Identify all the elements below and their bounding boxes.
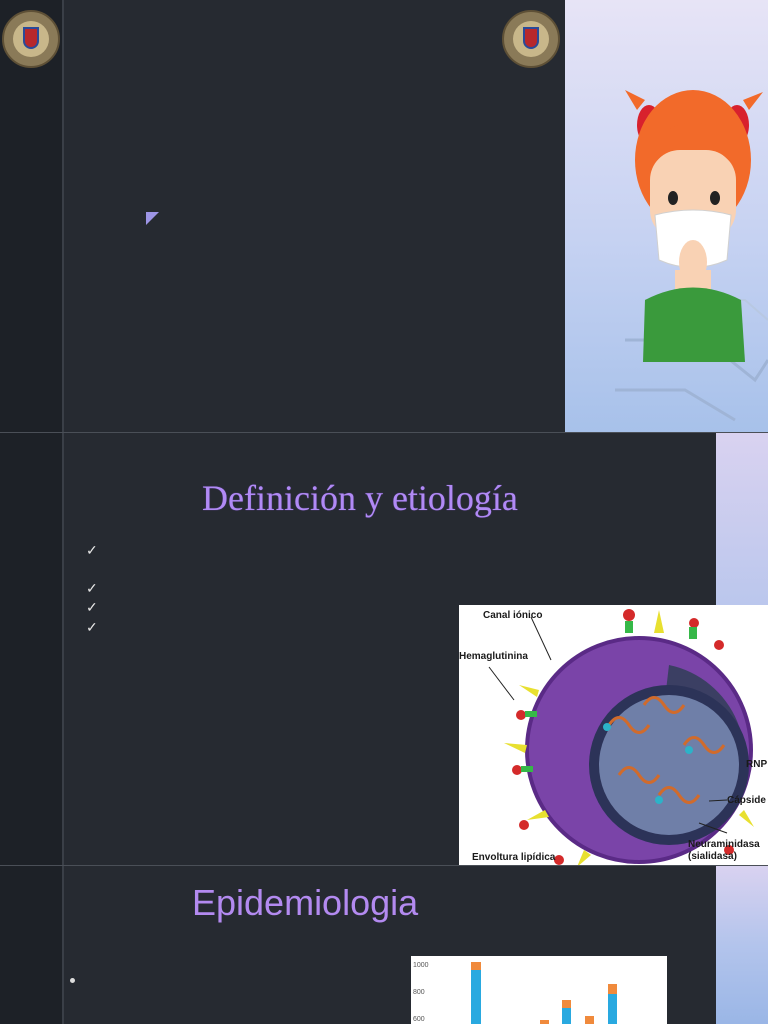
corner-triangle-icon — [146, 212, 159, 225]
label-hemaglutinina: Hemaglutinina — [459, 651, 528, 662]
label-neuraminidasa: Neuraminidasa — [688, 839, 760, 850]
label-sialidasa: (sialidasa) — [688, 851, 737, 862]
girl-illustration-svg — [615, 90, 768, 422]
label-rnp: RNP — [746, 759, 768, 770]
slide-1 — [0, 0, 768, 433]
checkmark-icon: ✓ — [86, 599, 98, 615]
right-gradient-strip — [716, 866, 768, 1024]
chart-bar — [471, 970, 481, 1024]
chart-bar-top — [471, 962, 481, 970]
label-envoltura-lipidica: Envoltura lipídica — [472, 852, 556, 863]
slide-3: Epidemiologia 1000 800 600 — [0, 866, 768, 1024]
y-tick-label: 800 — [413, 989, 425, 996]
university-seal-logo-left — [2, 10, 60, 68]
seal-shield-icon — [523, 27, 539, 49]
chart-bar — [608, 994, 617, 1024]
epidemiology-bar-chart: 1000 800 600 — [411, 956, 667, 1024]
chart-bar — [540, 1020, 549, 1024]
checkmark-icon: ✓ — [86, 542, 98, 558]
girl-with-mask-illustration — [565, 0, 768, 433]
slide-title: Epidemiologia — [192, 882, 419, 923]
label-capside: Cápside — [727, 795, 766, 806]
bullet-point — [70, 978, 75, 983]
side-panel — [0, 866, 64, 1024]
university-seal-logo-right — [502, 10, 560, 68]
chart-bar — [562, 1008, 571, 1024]
chart-bar-top — [562, 1000, 571, 1008]
slide-2: Definición y etiología ✓ ✓ ✓ ✓ Canal ión… — [0, 433, 768, 866]
checkmark-icon: ✓ — [86, 580, 98, 596]
checkmark-icon: ✓ — [86, 619, 98, 635]
seal-shield-icon — [23, 27, 39, 49]
influenza-virus-diagram: Canal iónico Hemaglutinina RNP Cápside N… — [459, 605, 768, 865]
y-tick-label: 1000 — [413, 962, 429, 969]
virus-illustration-svg — [488, 609, 754, 865]
chart-bar — [585, 1016, 594, 1024]
label-canal-ionico: Canal iónico — [483, 610, 543, 621]
side-panel — [0, 433, 64, 866]
y-tick-label: 600 — [413, 1016, 425, 1023]
chart-bar-top — [608, 984, 617, 994]
slide-title: Definición y etiología — [202, 478, 518, 518]
